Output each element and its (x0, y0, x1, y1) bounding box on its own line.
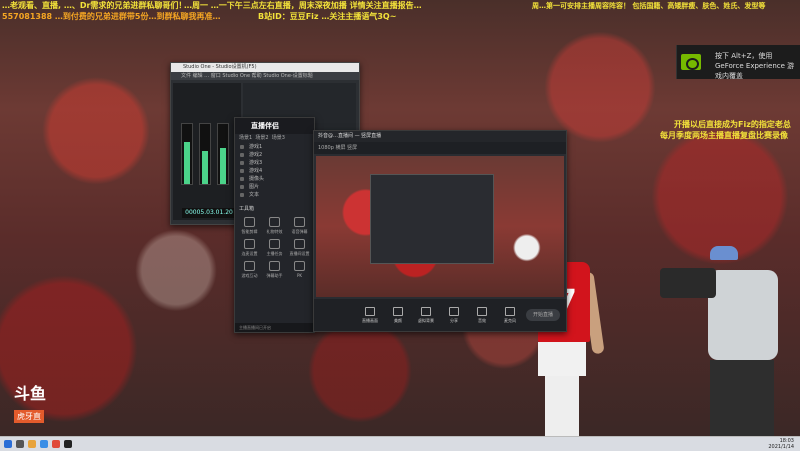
geforce-toast: 按下 Alt+Z，使用 GeForce Experience 游戏内覆盖 (676, 45, 800, 80)
browser-icon[interactable] (40, 440, 48, 448)
control-button[interactable]: 直播画面 (359, 307, 381, 324)
fader-1[interactable] (181, 123, 193, 185)
toolbox-grid: 智能剪辑 礼物特效 语音弹幕 连麦设置 主播任务 直播间设置 游戏互动 弹幕助手… (235, 214, 314, 280)
scene-tabs[interactable]: 场景1 场景2 场景3 (235, 134, 314, 143)
clock-date: 2021/1/14 (768, 444, 794, 450)
douyu-logo: 斗鱼 虎牙直 (14, 380, 62, 426)
control-button[interactable]: 音效 (471, 307, 493, 324)
scene-item[interactable]: 游戏2 (235, 151, 314, 159)
start-icon[interactable] (4, 440, 12, 448)
scene-item[interactable]: 图片 (235, 183, 314, 191)
taskbar: 18:03 2021/1/14 (0, 436, 800, 451)
start-live-button[interactable]: 开始直播 (526, 309, 560, 321)
tab-scene-1[interactable]: 场景1 (239, 135, 252, 141)
tool-button[interactable]: 游戏互动 (237, 258, 262, 280)
taskbar-clock[interactable]: 18:03 2021/1/14 (768, 438, 794, 450)
preview-titlebar[interactable]: 抖音@…直播间 — 竖屏直播 (314, 131, 566, 142)
mixer-titlebar[interactable]: Studio One - Studio设置机(F5) (171, 63, 359, 72)
tool-button[interactable]: 直播间设置 (287, 236, 312, 258)
overlay-right-2: 每月季度两场主播直播复盘比赛录像 (660, 131, 788, 140)
live-companion-window[interactable]: 直播伴侣 场景1 场景2 场景3 游戏1 游戏2 游戏3 游戏4 摄像头 图片 … (234, 117, 318, 333)
toolbox-label: 工具箱 (239, 206, 255, 212)
nvidia-icon (681, 54, 701, 70)
overlay-top-mid-1: …周一 …一下午三点左右直播，周末深夜加播 详情关注直播报告… (184, 1, 422, 10)
overlay-top-left-2: 557081388 …到付费的兄弟进群带5份…到群私聊我再准… (2, 12, 221, 21)
tool-button[interactable]: 智能剪辑 (237, 214, 262, 236)
tool-button[interactable]: 连麦设置 (237, 236, 262, 258)
search-icon[interactable] (16, 440, 24, 448)
scene-item[interactable]: 摄像头 (235, 175, 314, 183)
app-icon[interactable] (52, 440, 60, 448)
overlay-top-right: 周…第一可安排主播周容阵容！ 包括国籍、高矮胖瘦、肤色、姓氏、发型等 (532, 2, 766, 10)
preview-subbar[interactable]: 1080p 横屏 竖屏 (314, 142, 566, 154)
overlay-right-1: 开播以后直接成为Fiz的指定老总 (674, 120, 791, 129)
tool-button[interactable]: 主播任务 (262, 236, 287, 258)
nested-preview (370, 174, 494, 264)
scene-item[interactable]: 文本 (235, 191, 314, 199)
tool-button[interactable]: 弹幕助手 (262, 258, 287, 280)
overlay-top-left-1: …老观看、直播, …、Dr需求的兄弟进群私聊哥们！ (2, 1, 187, 10)
fader-2[interactable] (199, 123, 211, 185)
fader-3[interactable] (217, 123, 229, 185)
tool-button[interactable]: PK (287, 258, 312, 280)
obs-icon[interactable] (64, 440, 72, 448)
camera-icon (660, 268, 716, 298)
scene-item[interactable]: 游戏1 (235, 143, 314, 151)
overlay-top-mid-2: B站ID：豆豆Fiz …关注主播语气3Q~ (258, 12, 397, 21)
folder-icon[interactable] (28, 440, 36, 448)
control-button[interactable]: 分享 (443, 307, 465, 324)
live-companion-footer: 主播直播间已开启 (235, 323, 318, 332)
live-companion-title: 直播伴侣 (235, 118, 314, 134)
toast-text: 按下 Alt+Z，使用 GeForce Experience 游戏内覆盖 (715, 52, 795, 80)
preview-video (316, 156, 564, 297)
logo-line-1: 斗鱼 (14, 384, 47, 403)
cameraman-figure (660, 240, 800, 436)
scene-item[interactable]: 游戏4 (235, 167, 314, 175)
control-button[interactable]: 美颜 (387, 307, 409, 324)
tool-button[interactable]: 语音弹幕 (287, 214, 312, 236)
timecode-display: 00005.03.01.20 (182, 208, 236, 218)
mixer-menubar[interactable]: 文件 编辑 … 窗口 Studio One 帮助 Studio One-设置标题 (171, 72, 359, 80)
scene-item[interactable]: 游戏3 (235, 159, 314, 167)
control-button[interactable]: 麦克风 (499, 307, 521, 324)
mixer-channel-panel (173, 83, 241, 220)
preview-window[interactable]: 抖音@…直播间 — 竖屏直播 1080p 横屏 竖屏 直播画面 美颜 虚拟背景 … (313, 130, 567, 332)
control-button[interactable]: 虚拟背景 (415, 307, 437, 324)
logo-line-2: 虎牙直 (14, 410, 44, 423)
tool-button[interactable]: 礼物特效 (262, 214, 287, 236)
tab-scene-2[interactable]: 场景2 (255, 135, 268, 141)
tab-scene-3[interactable]: 场景3 (272, 135, 285, 141)
